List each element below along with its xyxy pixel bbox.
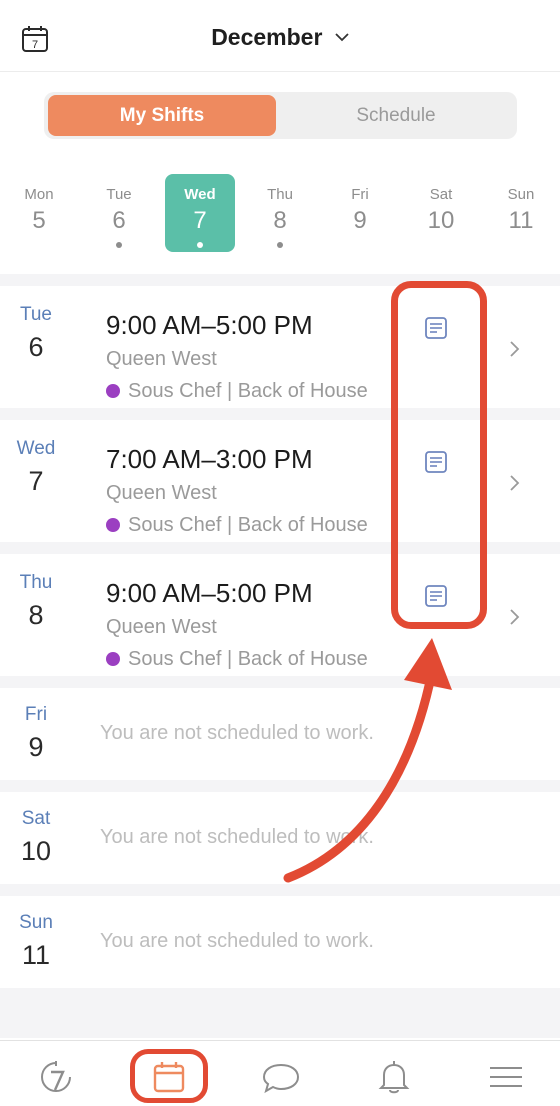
week-strip: Mon 5 Tue 6 Wed 7 Thu 8 Fri 9 Sat 10 Sun… [0,170,560,260]
not-scheduled-message: You are not scheduled to work. [100,826,374,848]
shift-role: Sous Chef | Back of House [106,380,392,403]
tab-bar [0,1040,560,1106]
menu-icon[interactable] [486,1057,526,1097]
role-color-dot [106,652,120,666]
month-label: December [211,24,323,50]
week-day-tue[interactable]: Tue 6 [84,174,154,252]
chevron-right-icon [510,475,520,491]
shift-time: 9:00 AM–5:00 PM [106,578,313,608]
week-day-wed[interactable]: Wed 7 [165,174,235,252]
annotation-highlight-box [391,281,487,629]
week-day-mon[interactable]: Mon 5 [4,174,74,252]
shift-indicator-dot [277,242,283,248]
chevron-down-icon [335,33,349,42]
annotation-tab-highlight [130,1049,208,1103]
day-date: Sun 11 [19,912,53,970]
shift-indicator-dot [116,242,122,248]
week-day-sun[interactable]: Sun 11 [486,174,556,252]
unscheduled-row: Fri 9 You are not scheduled to work. [0,688,560,780]
week-day-sat[interactable]: Sat 10 [406,174,476,252]
day-date: Fri 9 [24,704,48,762]
week-day-thu[interactable]: Thu 8 [245,174,315,252]
timeclock-icon[interactable] [36,1057,76,1097]
shift-date: Tue 6 [19,304,53,362]
shift-time: 7:00 AM–3:00 PM [106,444,313,474]
day-date: Sat 10 [20,808,52,866]
shift-date: Thu 8 [19,572,53,630]
not-scheduled-message: You are not scheduled to work. [100,722,374,744]
role-color-dot [106,384,120,398]
shift-location: Queen West [106,348,217,370]
unscheduled-row: Sat 10 You are not scheduled to work. [0,792,560,884]
shift-date: Wed 7 [16,438,56,496]
tab-my-shifts[interactable]: My Shifts [48,95,276,136]
month-selector[interactable]: December [0,24,560,51]
chevron-right-icon [510,341,520,357]
chat-icon[interactable] [261,1057,301,1097]
unscheduled-row: Sun 11 You are not scheduled to work. [0,896,560,988]
not-scheduled-message: You are not scheduled to work. [100,930,374,952]
shift-time: 9:00 AM–5:00 PM [106,310,313,340]
shift-role: Sous Chef | Back of House [106,648,392,671]
bell-icon[interactable] [374,1057,414,1097]
role-color-dot [106,518,120,532]
shift-role: Sous Chef | Back of House [106,514,392,537]
view-toggle: My Shifts Schedule [44,92,517,139]
week-day-fri[interactable]: Fri 9 [325,174,395,252]
shift-indicator-dot [197,242,203,248]
tab-schedule[interactable]: Schedule [280,95,512,136]
chevron-right-icon [510,609,520,625]
header: 7 December [0,0,560,72]
shift-location: Queen West [106,616,217,638]
shift-location: Queen West [106,482,217,504]
